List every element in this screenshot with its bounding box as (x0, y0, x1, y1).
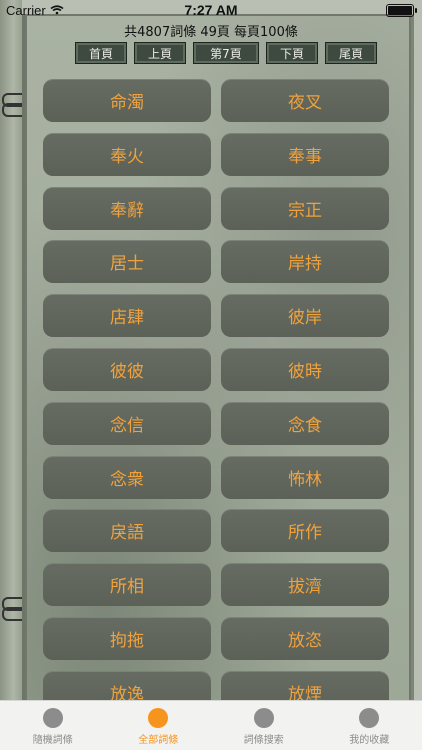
tab-all-entries[interactable]: 全部詞條 (106, 701, 212, 750)
circle-icon (42, 707, 63, 728)
tab-random-entry[interactable]: 隨機詞條 (0, 701, 106, 750)
status-time: 7:27 AM (184, 2, 238, 18)
tab-label: 隨機詞條 (32, 734, 73, 746)
word-button[interactable]: 命濁 (43, 79, 211, 122)
word-button[interactable]: 彼時 (221, 347, 389, 391)
word-button[interactable]: 念衆 (43, 455, 211, 499)
circle-icon (359, 707, 380, 728)
pagination-bar: 首頁 上頁 第7頁 下頁 尾頁 (75, 42, 377, 64)
last-page-button[interactable]: 尾頁 (325, 42, 377, 64)
tab-label: 詞條搜索 (243, 734, 284, 746)
circle-icon (148, 707, 169, 728)
binder-spine (0, 0, 30, 700)
word-button[interactable]: 彼岸 (221, 294, 389, 338)
battery-icon (386, 3, 417, 17)
word-button[interactable]: 奉火 (43, 132, 211, 176)
word-grid: 命濁 夜叉 奉火 奉事 奉辭 宗正 居士 岸持 店肆 彼岸 彼彼 彼時 念信 念… (43, 79, 389, 714)
battery-fill (388, 5, 412, 15)
tab-label: 我的收藏 (349, 734, 390, 746)
word-button[interactable]: 所作 (221, 509, 389, 553)
word-button[interactable]: 宗正 (221, 186, 389, 230)
first-page-button[interactable]: 首頁 (75, 42, 127, 64)
word-button[interactable]: 店肆 (43, 294, 211, 338)
tab-bar: 隨機詞條 全部詞條 詞條搜索 我的收藏 (0, 700, 422, 750)
word-button[interactable]: 彼彼 (43, 347, 211, 391)
word-button[interactable]: 夜叉 (221, 79, 389, 122)
word-button[interactable]: 拔濟 (221, 563, 389, 607)
word-button[interactable]: 奉事 (221, 132, 389, 176)
word-button[interactable]: 奉辭 (43, 186, 211, 230)
tab-label: 全部詞條 (138, 734, 179, 746)
word-button[interactable]: 放恣 (221, 616, 389, 660)
word-button[interactable]: 岸持 (221, 240, 389, 284)
next-page-button[interactable]: 下頁 (266, 42, 318, 64)
status-bar: Carrier 7:27 AM (0, 0, 422, 20)
word-button[interactable]: 拘拖 (43, 616, 211, 660)
entry-summary: 共4807詞條 49頁 每頁100條 (124, 25, 298, 40)
circle-icon (253, 707, 274, 728)
tab-favorites[interactable]: 我的收藏 (317, 701, 422, 750)
tab-entry-search[interactable]: 詞條搜索 (211, 701, 317, 750)
previous-page-button[interactable]: 上頁 (134, 42, 186, 64)
word-button[interactable]: 居士 (43, 240, 211, 284)
word-button[interactable]: 怖林 (221, 455, 389, 499)
word-button[interactable]: 念食 (221, 401, 389, 445)
word-button[interactable]: 所相 (43, 563, 211, 607)
word-button[interactable]: 戾語 (43, 509, 211, 553)
current-page-button[interactable]: 第7頁 (193, 42, 259, 64)
word-button[interactable]: 念信 (43, 401, 211, 445)
